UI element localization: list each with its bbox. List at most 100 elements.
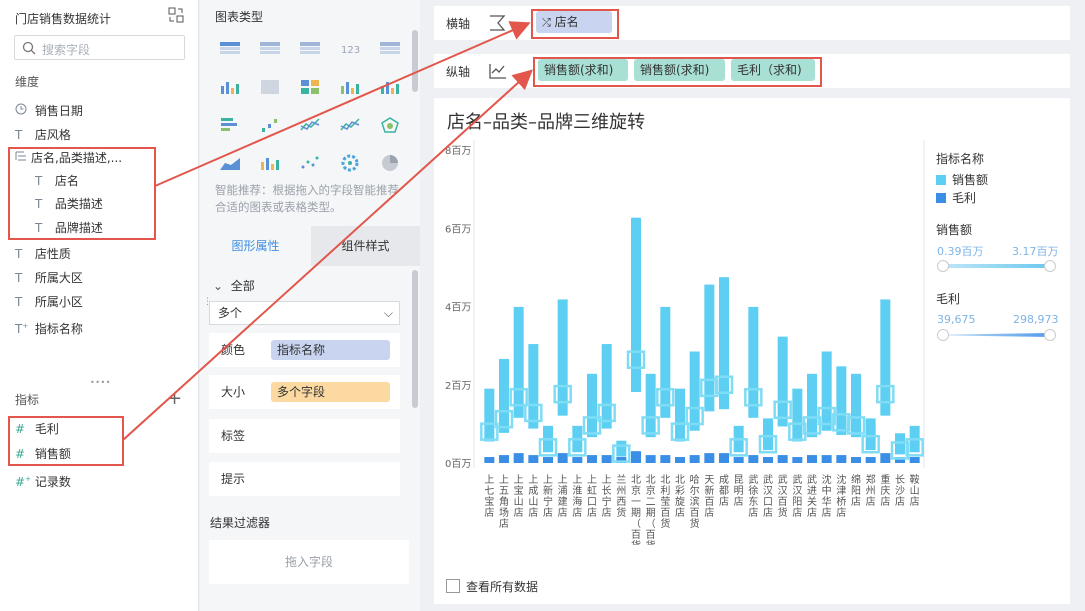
x-tick-label: 长 bbox=[895, 474, 905, 486]
x-tick-label: （ bbox=[631, 518, 641, 530]
chart-type-sun-icon[interactable] bbox=[339, 154, 361, 172]
x-tick-label: 货 bbox=[660, 517, 670, 530]
x-tick-label: 旋 bbox=[675, 495, 685, 508]
sales-bar bbox=[645, 373, 656, 438]
field-hierarchy[interactable]: 店名,品类描述,... bbox=[15, 148, 122, 168]
chart-type-heat-icon[interactable] bbox=[259, 78, 281, 96]
chart-type-line-icon[interactable] bbox=[339, 116, 361, 134]
x-tick-label: 店 bbox=[880, 495, 890, 508]
dataset-title: 门店销售数据统计 bbox=[15, 12, 112, 26]
add-measure-button[interactable]: + bbox=[167, 388, 182, 409]
tooltip-property[interactable]: 提示 bbox=[209, 462, 400, 496]
field-store-name[interactable]: T 店名 bbox=[35, 171, 79, 191]
chart-type-bars-icon[interactable] bbox=[259, 154, 281, 172]
field-subregion[interactable]: T 所属小区 bbox=[15, 292, 83, 312]
size-field-pill[interactable]: 多个字段 bbox=[271, 382, 390, 402]
x-tick-label: 山 bbox=[528, 496, 538, 508]
size-property[interactable]: 大小 多个字段 bbox=[209, 375, 400, 409]
sales-range-slider[interactable] bbox=[942, 264, 1051, 268]
view-all-data-checkbox[interactable] bbox=[446, 579, 460, 593]
x-tick-label: 阳 bbox=[792, 496, 802, 508]
scrollbar[interactable] bbox=[412, 30, 418, 92]
x-tick-label: 店 bbox=[587, 506, 597, 519]
chart-type-table-icon[interactable] bbox=[379, 40, 401, 58]
x-tick-label: 徐 bbox=[748, 484, 758, 497]
x-tick-label: 百 bbox=[660, 507, 670, 519]
x-tick-label: 滨 bbox=[690, 495, 700, 508]
chart-type-radar-icon[interactable] bbox=[379, 116, 401, 134]
field-category[interactable]: T 品类描述 bbox=[35, 194, 103, 214]
profit-max: 298,973 bbox=[1013, 313, 1059, 326]
x-tick-label: 利 bbox=[660, 485, 670, 497]
x-tick-label: 店 bbox=[822, 506, 832, 519]
slider-handle-min[interactable] bbox=[937, 329, 949, 341]
profit-bar bbox=[601, 455, 612, 463]
chart-type-pie-icon[interactable] bbox=[379, 154, 401, 172]
sales-bar bbox=[675, 388, 685, 442]
chart-type-bars-icon[interactable] bbox=[219, 78, 241, 96]
x-tick-label: 一 bbox=[631, 497, 641, 508]
slider-handle-max[interactable] bbox=[1044, 329, 1056, 341]
slider-handle-min[interactable] bbox=[937, 260, 949, 272]
legend-item-profit[interactable]: 毛利 bbox=[936, 189, 976, 206]
field-region[interactable]: T 所属大区 bbox=[15, 268, 83, 288]
x-tick-label: 汉 bbox=[763, 485, 773, 497]
field-store-style[interactable]: T 店风格 bbox=[15, 125, 71, 145]
chart-type-dots-icon[interactable] bbox=[299, 154, 321, 172]
switch-dataset-icon[interactable] bbox=[168, 7, 184, 23]
x-tick-label: 百 bbox=[690, 507, 700, 519]
chart-type-num-icon[interactable]: 123 bbox=[339, 40, 361, 58]
x-tick-label: 华 bbox=[822, 495, 832, 508]
all-toggle[interactable]: ⌄ 全部 bbox=[213, 277, 255, 294]
label-property[interactable]: 标签 bbox=[209, 419, 400, 453]
mark-type-select[interactable]: 多个 ⌵ bbox=[209, 301, 400, 325]
chart-type-hbar-icon[interactable] bbox=[219, 116, 241, 134]
chart-type-grid-icon[interactable] bbox=[299, 78, 321, 96]
field-label: 指标名称 bbox=[34, 322, 83, 336]
chart-type-table-icon[interactable] bbox=[299, 40, 321, 58]
x-tick-label: 店 bbox=[484, 506, 494, 519]
resize-handle[interactable]: • • • • bbox=[90, 378, 110, 387]
field-record-count[interactable]: #+ 记录数 bbox=[15, 469, 71, 489]
filter-drop-zone[interactable]: 拖入字段 bbox=[209, 540, 409, 584]
profit-bar bbox=[660, 455, 671, 463]
chart-type-table-icon[interactable] bbox=[259, 40, 281, 58]
chart-type-area-icon[interactable] bbox=[219, 154, 241, 172]
field-sales[interactable]: # 销售额 bbox=[15, 444, 71, 464]
chart-type-step-icon[interactable] bbox=[259, 116, 281, 134]
chart-type-bars-icon[interactable] bbox=[339, 78, 361, 96]
legend-item-sales[interactable]: 销售额 bbox=[936, 171, 988, 188]
sales-bar bbox=[748, 306, 759, 418]
x-tick-label: 建 bbox=[558, 495, 568, 508]
select-value: 多个 bbox=[218, 306, 243, 320]
search-input[interactable]: 搜索字段 bbox=[14, 35, 185, 60]
field-label: 店风格 bbox=[34, 128, 71, 142]
x-tick-label: 北 bbox=[660, 474, 670, 486]
chevron-down-icon: ⌵ bbox=[383, 306, 393, 320]
x-tick-label: 店 bbox=[514, 506, 524, 519]
tab-component-style[interactable]: 组件样式 bbox=[311, 226, 420, 266]
slider-handle-max[interactable] bbox=[1044, 260, 1056, 272]
scrollbar[interactable] bbox=[412, 270, 418, 408]
tab-graph-properties[interactable]: 图形属性 bbox=[200, 226, 311, 266]
chart-type-bars-icon[interactable] bbox=[379, 78, 401, 96]
color-field-pill[interactable]: 指标名称 bbox=[271, 340, 390, 360]
x-tick-label: 店 bbox=[528, 506, 538, 519]
profit-bar bbox=[631, 451, 641, 463]
field-brand[interactable]: T 品牌描述 bbox=[35, 218, 103, 238]
x-tick-label: 上 bbox=[528, 474, 538, 486]
chevron-down-icon: ⌄ bbox=[213, 279, 224, 293]
text-type-icon: T bbox=[15, 271, 23, 285]
field-label: 店性质 bbox=[34, 247, 71, 261]
y-axis-label: 纵轴 bbox=[446, 65, 471, 79]
chart-type-table-icon[interactable] bbox=[219, 40, 241, 58]
chart-type-line-icon[interactable] bbox=[299, 116, 321, 134]
field-profit[interactable]: # 毛利 bbox=[15, 419, 59, 439]
text-type-icon: T bbox=[35, 221, 43, 235]
color-property[interactable]: 颜色 指标名称 bbox=[209, 333, 400, 367]
profit-size-title: 毛利 bbox=[936, 292, 961, 306]
field-store-nature[interactable]: T 店性质 bbox=[15, 244, 71, 264]
field-metric-name[interactable]: T+ 指标名称 bbox=[15, 316, 83, 336]
text-type-icon: T bbox=[15, 247, 23, 261]
field-sale-date[interactable]: 销售日期 bbox=[15, 101, 83, 121]
